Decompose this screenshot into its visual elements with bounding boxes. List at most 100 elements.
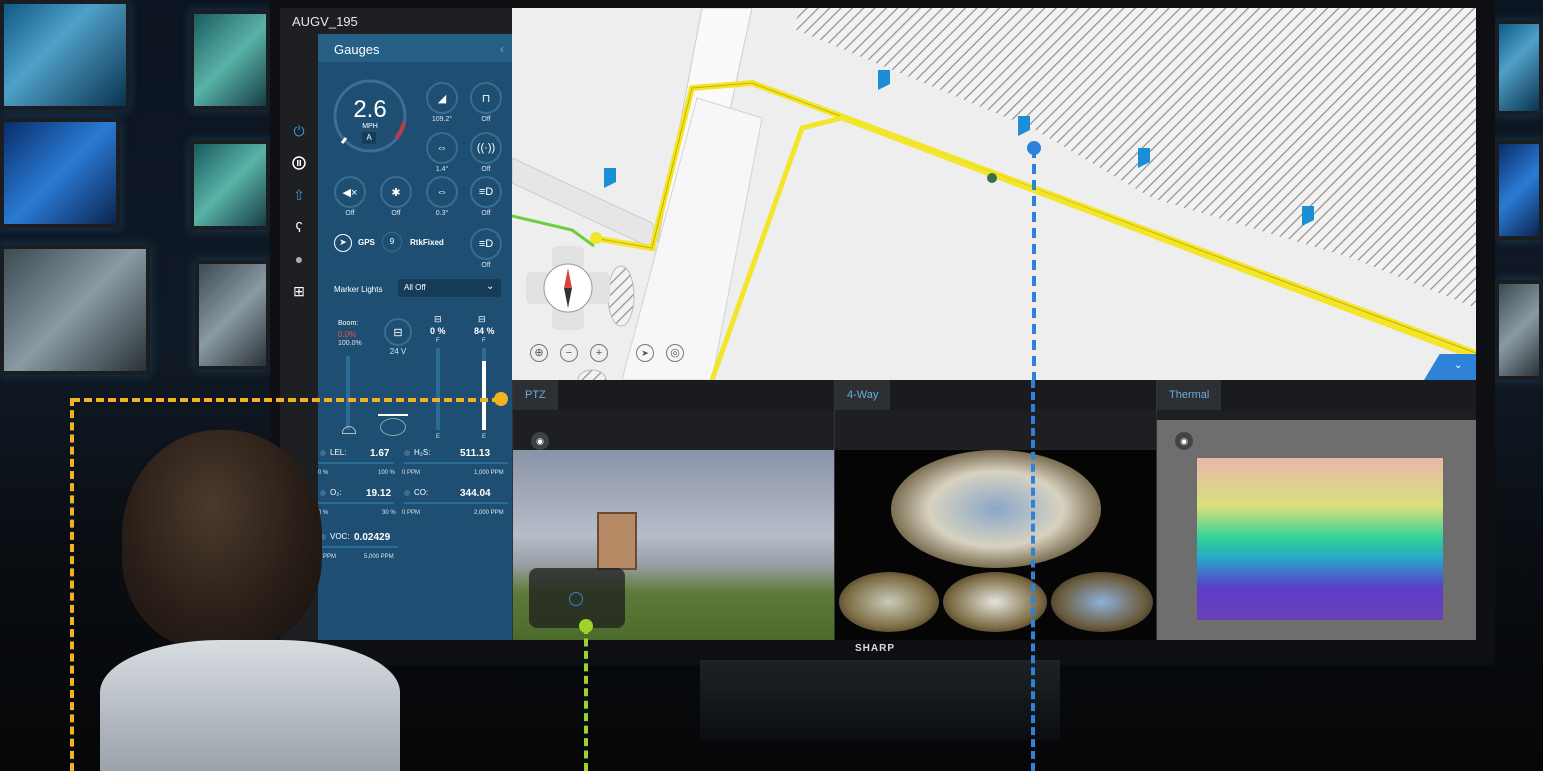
fuel1-bar (436, 348, 440, 430)
background-monitor (195, 260, 270, 370)
ptz-control-overlay[interactable] (529, 568, 625, 628)
mute-toggle-label: Off (345, 210, 355, 217)
camera-icon[interactable]: ◉ (1175, 432, 1193, 450)
callout-dot-ptz (579, 619, 593, 633)
level-indicator (378, 414, 408, 416)
heading-gauge: ◢ (426, 82, 458, 114)
fuel2-bar (482, 348, 486, 430)
co-min: 0 PPM (402, 510, 421, 516)
marker-lights-select[interactable]: All Off ⌄ (398, 279, 501, 297)
fuel2-full-label: F (482, 338, 486, 344)
beacon-toggle[interactable]: ≡D (470, 228, 502, 260)
fisheye-sub-view (839, 572, 939, 632)
hose-icon[interactable]: ʕ (290, 218, 308, 236)
target-icon[interactable]: ◎ (666, 344, 684, 362)
chevron-left-icon[interactable]: ‹ (500, 42, 504, 56)
zoom-in-icon[interactable]: + (590, 344, 608, 362)
background-monitor (190, 10, 270, 110)
tab-4-way[interactable]: 4-Way (835, 380, 891, 410)
zoom-out-icon[interactable]: − (560, 344, 578, 362)
beacon-toggle-label: Off (481, 262, 491, 269)
nozzle-icon[interactable]: ● (290, 250, 308, 268)
background-monitor (0, 0, 130, 110)
boom-bar (346, 356, 350, 430)
ptz-toolbar (513, 410, 835, 450)
fourway-camera-panel: 4-Way (834, 380, 1157, 640)
operator-shirt (100, 640, 400, 771)
app-title: AUGV_195 (292, 14, 358, 29)
pitch-value: 1.4° (435, 166, 449, 173)
roll-value: 0.3° (435, 210, 449, 217)
h2s-max: 1,000 PPM (474, 470, 504, 476)
thermal-video-feed (1197, 458, 1443, 620)
co-bar (404, 502, 508, 504)
ptz-video-feed (513, 450, 835, 640)
background-monitor (1495, 280, 1543, 380)
operator-person (100, 420, 400, 771)
navigate-icon[interactable]: ➤ (636, 344, 654, 362)
callout-line-map (1031, 380, 1035, 771)
gps-label: GPS (358, 238, 375, 247)
background-monitor (0, 245, 150, 375)
h2s-label: H₂S: (414, 448, 431, 457)
boom-value: 0.0% (338, 330, 357, 339)
operator-head (122, 430, 322, 650)
navigate-icon: ➤ (334, 234, 352, 252)
power-icon[interactable]: ⏻ (290, 122, 308, 140)
locate-icon[interactable]: ⊕ (530, 344, 548, 362)
fuel2-value: 84 % (474, 326, 495, 336)
monitor-brand: SHARP (855, 643, 896, 654)
pause-icon[interactable] (290, 154, 308, 172)
mic-toggle[interactable]: ✱ (380, 176, 412, 208)
fisheye-sub-view (1051, 572, 1153, 632)
battery-icon: ⊟ (384, 318, 412, 346)
ptz-center-button[interactable] (569, 592, 583, 606)
h2s-bar (404, 462, 508, 464)
callout-line-gauges (70, 398, 74, 771)
speedometer: 2.6 MPH A (332, 78, 408, 154)
radio-toggle-label: Off (481, 166, 491, 173)
sensor-status-icon (404, 490, 410, 496)
gps-fix-status: RtkFixed (410, 238, 444, 247)
speed-unit: MPH (362, 123, 378, 130)
fourway-toolbar (835, 410, 1157, 450)
compass-control[interactable] (526, 246, 610, 330)
thermal-feed-area: ◉ (1157, 420, 1476, 640)
application-window: AUGV_195 ⏻ ⇧ ʕ ● ⊞ Gauges ‹ 2.6 MPH A ◢ … (280, 8, 1476, 640)
thermal-camera-panel: Thermal ◉ (1156, 380, 1476, 640)
chevron-down-icon: ⌄ (1454, 360, 1463, 371)
fuel2-fill (482, 361, 486, 430)
callout-line-ptz (584, 626, 588, 771)
gauges-header: Gauges (318, 34, 512, 62)
battery-value: 24 V (389, 347, 407, 356)
chevron-down-icon: ⌄ (486, 281, 495, 292)
boom-max: 100.0% (338, 340, 362, 347)
fourway-video-feed (835, 450, 1157, 640)
light-toggle[interactable]: ⊓ (470, 82, 502, 114)
boom-label: Boom: (338, 320, 359, 327)
radio-toggle[interactable]: ((·)) (470, 132, 502, 164)
mute-toggle[interactable]: ◀× (334, 176, 366, 208)
h2s-min: 0 PPM (402, 470, 421, 476)
tab-thermal[interactable]: Thermal (1157, 380, 1222, 410)
fuel1-full-label: F (436, 338, 440, 344)
mic-toggle-label: Off (391, 210, 401, 217)
robot-icon[interactable]: ⊞ (290, 282, 308, 300)
background-monitor (0, 118, 120, 228)
marker-lights-label: Marker Lights (334, 285, 383, 294)
tab-ptz[interactable]: PTZ (513, 380, 558, 410)
ptz-camera-panel: PTZ ◉ (512, 380, 835, 640)
drive-icon[interactable]: ⇧ (290, 186, 308, 204)
callout-dot-gauges (494, 392, 508, 406)
headlight-toggle[interactable]: ≡D (470, 176, 502, 208)
map-view[interactable]: ⊕ − + ➤ ◎ ⌄ (512, 8, 1476, 380)
gps-satellite-count: 9 (382, 232, 402, 252)
sensor-status-icon (404, 450, 410, 456)
h2s-value: 511.13 (460, 448, 491, 459)
fuel1-icon: ⊟ (434, 314, 442, 324)
speed-value: 2.6 (353, 96, 387, 123)
camera-icon[interactable]: ◉ (531, 432, 549, 450)
fuel2-empty-label: E (482, 434, 487, 440)
drive-mode-badge: A (362, 132, 376, 144)
background-monitor (1495, 20, 1543, 115)
